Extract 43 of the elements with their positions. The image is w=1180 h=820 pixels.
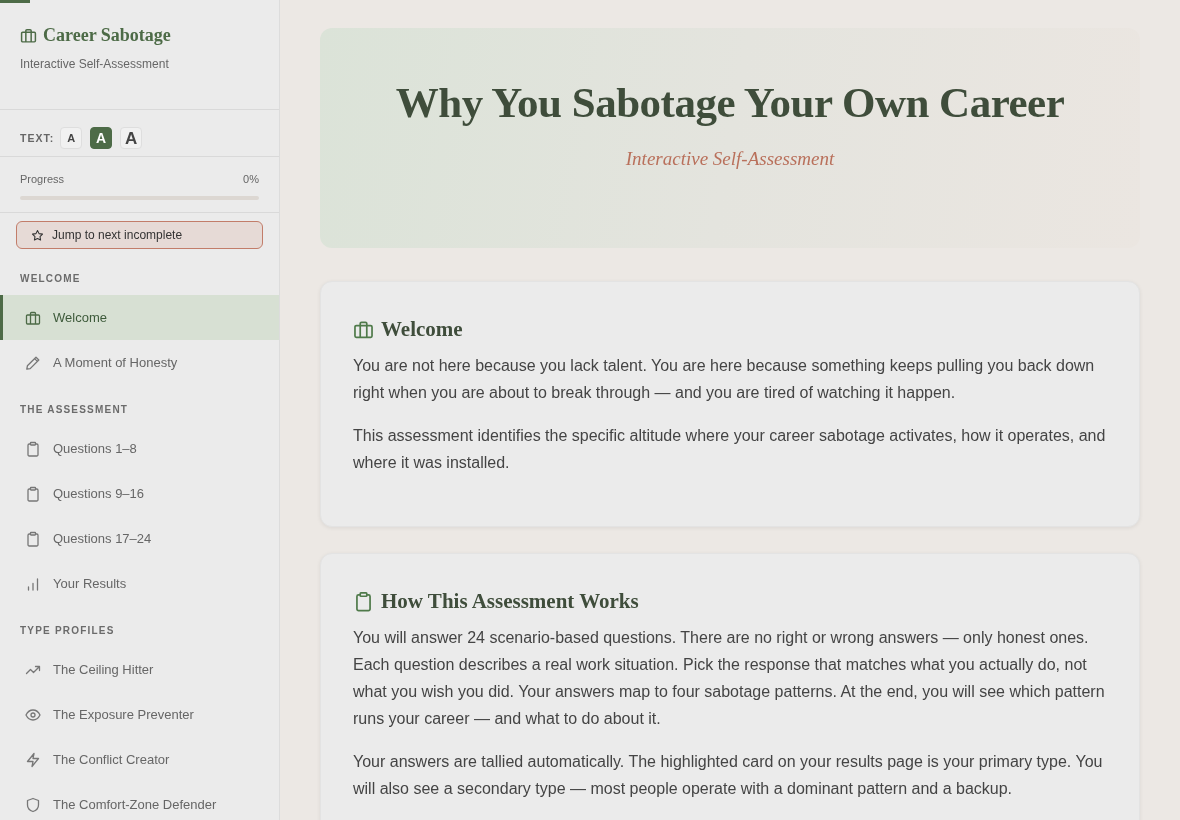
nav-item[interactable]: Your Results: [0, 561, 279, 606]
nav-item[interactable]: A Moment of Honesty: [0, 340, 279, 385]
section-heading: WELCOME: [19, 272, 82, 286]
pencil-icon: [25, 354, 41, 371]
card-title: How This Assessment Works: [381, 588, 639, 614]
star-icon: [31, 228, 44, 242]
nav-item[interactable]: Questions 17–24: [0, 516, 279, 561]
card-title: Welcome: [381, 316, 463, 342]
clipboard-icon: [353, 590, 374, 612]
text-size-button[interactable]: A: [90, 127, 113, 149]
briefcase-icon: [20, 26, 37, 44]
text-size-button[interactable]: A: [120, 127, 143, 149]
text-size-label: TEXT:: [20, 132, 55, 144]
nav-item[interactable]: The Ceiling Hitter: [0, 647, 279, 692]
nav-item[interactable]: Welcome: [0, 295, 279, 340]
nav-item[interactable]: Questions 1–8: [0, 426, 279, 471]
paragraph: You will answer 24 scenario-based questions. There are no right or wrong answers — only honest ones. Each question describes a real work situation. Pick the response that matches what you actually do, not what you wish you did. Your answers map to four sabotage patterns. At the end, you will see which pattern runs your career — and what to do about it.: [353, 628, 1106, 729]
briefcase-icon: [353, 318, 374, 340]
nav-item[interactable]: The Conflict Creator: [0, 737, 279, 782]
text-size-button[interactable]: A: [60, 127, 83, 149]
nav-item[interactable]: The Exposure Preventer: [0, 692, 279, 737]
nav-item[interactable]: Questions 9–16: [0, 471, 279, 516]
page-title: Why You Sabotage Your Own Career: [394, 78, 1066, 128]
section-heading: THE ASSESSMENT: [19, 403, 130, 417]
paragraph: This assessment identifies the specific altitude where your career sabotage activates, how it operates, and where it was installed.: [353, 426, 1107, 473]
section-heading: TYPE PROFILES: [19, 624, 116, 638]
progress-label: Progress: [20, 172, 65, 187]
nav-item[interactable]: The Comfort-Zone Defender: [0, 782, 279, 820]
progress-percent: 0%: [243, 172, 259, 187]
paragraph: Your answers are tallied automatically. The highlighted card on your results page is your primary type. You will also see a secondary type — most people operate with a dominant pattern and a backup.: [353, 752, 1104, 799]
jump-button[interactable]: Jump to next incomplete: [16, 221, 263, 249]
brand-title: Career Sabotage: [43, 24, 171, 46]
clipboard-icon: [25, 440, 41, 457]
eye-icon: [25, 706, 41, 723]
bar-chart-icon: [25, 575, 41, 592]
briefcase-icon: [25, 309, 41, 326]
shield-icon: [25, 796, 41, 813]
brand-subtitle: Interactive Self-Assessment: [20, 56, 170, 72]
page-subtitle: Interactive Self-Assessment: [624, 148, 836, 170]
clipboard-icon: [25, 530, 41, 547]
clipboard-icon: [25, 485, 41, 502]
lightning-icon: [25, 751, 41, 768]
paragraph: You are not here because you lack talent. You are here because something keeps pulling you back down right when you are about to break through — and you are tired of watching it happen.: [353, 356, 1096, 403]
